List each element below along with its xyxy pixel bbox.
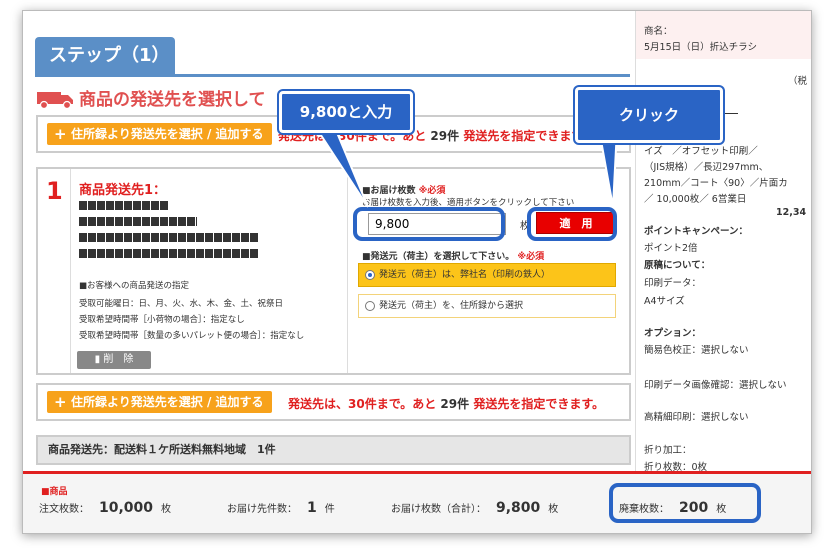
summary-line: イズ ／オフセット印刷／: [644, 146, 758, 157]
summary-line: 12,34: [776, 207, 807, 218]
summary-line: ／ 10,000枚／ 6営業日: [644, 194, 747, 205]
summary-line: 印刷データ画像確認：選択しない: [644, 380, 787, 391]
info-prefix: 発送先は、30件まで。あと: [288, 397, 437, 411]
destination-number: 1: [46, 177, 63, 205]
totals-label: ■商品: [41, 487, 68, 497]
order-quantity-value: 10,000: [99, 500, 154, 516]
summary-line: 高精細印刷：選択しない: [644, 412, 749, 423]
apply-button-highlight: [527, 207, 617, 241]
redacted-address-2: [79, 233, 259, 242]
required-mark: ※必須: [418, 186, 446, 196]
shipper-option-label: 発送元（荷主）を、住所録から選択: [379, 301, 524, 311]
summary-line: 折り枚数：0枚: [644, 462, 708, 471]
delivery-note-line: 受取可能曜日：日、月、火、水、木、金、土、祝祭日: [79, 299, 284, 309]
waste-quantity-highlight: [609, 483, 761, 523]
delivery-total: お届け枚数（合計）： 9,800 枚: [391, 500, 558, 516]
required-mark: ※必須: [517, 252, 545, 262]
destination-quantity-panel: ■お届け枚数 ※必須 お届け枚数を入力後、適用ボタンをクリックして下さい 枚 適…: [350, 169, 630, 373]
plus-icon: +: [54, 125, 67, 143]
window: ステップ（1） 商品の発送先を選択して + 住所録より発送先を選択 / 追加する…: [22, 10, 812, 534]
quantity-label: ■お届け枚数 ※必須: [362, 183, 445, 196]
delivery-note-line: 受取希望時間帯［数量の多いパレット便の場合］：指定なし: [79, 331, 305, 341]
order-quantity-label: 注文枚数：: [39, 504, 89, 515]
delivery-note-line: 受取希望時間帯［小荷物の場合］：指定なし: [79, 315, 245, 325]
delivery-total-label: お届け枚数（合計）：: [391, 504, 486, 515]
summary-line: 折り加工：: [644, 445, 692, 456]
shipper-option-address-book[interactable]: 発送元（荷主）を、住所録から選択: [358, 294, 616, 318]
delete-label: 削 除: [103, 354, 134, 365]
delivery-note-heading: ■お客様への商品発送の指定: [79, 281, 190, 291]
summary-line: 簡易色校正：選択しない: [644, 345, 749, 356]
order-summary-panel: 商名： 5月15日（日）折込チラシ （税 イズ ／オフセット印刷／ （JIS規格…: [635, 11, 811, 471]
summary-line: （税: [788, 76, 808, 87]
delivery-total-value: 9,800: [496, 500, 541, 516]
info-count: 29件: [430, 129, 460, 143]
plus-icon: +: [54, 393, 67, 411]
delivery-count-label: お届け先件数：: [227, 504, 297, 515]
trash-icon: ▮: [94, 354, 101, 365]
summary-line: 210mm／コート〈90〉／片面カ: [644, 178, 788, 189]
summary-line: ポイント2倍: [644, 243, 698, 254]
summary-line: 5月15日（日）折込チラシ: [644, 42, 757, 53]
summary-line: 印刷データ：: [644, 278, 702, 289]
radio-selected-icon[interactable]: [365, 270, 375, 280]
shipper-label-text: ■発送元（荷主）を選択して下さい。: [362, 252, 515, 262]
callout-click: クリック: [575, 87, 723, 143]
add-destination-label: 住所録より発送先を選択 / 追加する: [71, 127, 264, 141]
delete-button[interactable]: ▮ 削 除: [77, 351, 151, 369]
step-divider: [35, 74, 630, 77]
unit-label: 件: [324, 504, 335, 515]
summary-line: 原稿について：: [644, 260, 711, 271]
order-quantity: 注文枚数： 10,000 枚: [39, 500, 171, 516]
shipper-label: ■発送元（荷主）を選択して下さい。 ※必須: [362, 249, 544, 262]
add-destination-row-bottom: + 住所録より発送先を選択 / 追加する 発送先は、30件まで。あと 29件 発…: [36, 383, 631, 421]
unit-label: 枚: [548, 504, 559, 515]
destination-address-panel: 商品発送先1： ■お客様への商品発送の指定 受取可能曜日：日、月、火、水、木、金…: [70, 169, 348, 373]
summary-line: オプション：: [644, 328, 702, 339]
quantity-input-highlight: [353, 207, 505, 241]
destination-title: 商品発送先1：: [79, 183, 167, 198]
destination-limit-info: 発送先は、30件まで。あと 29件 発送先を指定できます。: [288, 395, 604, 412]
callout-input: 9,800と入力: [279, 91, 413, 133]
delivery-count-value: 1: [307, 500, 317, 516]
section-title: 商品の発送先を選択して: [79, 90, 266, 110]
radio-icon[interactable]: [365, 301, 375, 311]
unit-label: 枚: [161, 504, 172, 515]
redacted-address-1: [79, 217, 197, 226]
truck-icon: [37, 92, 73, 109]
delivery-count: お届け先件数： 1 件: [227, 500, 335, 516]
shipper-option-company[interactable]: 発送元（荷主）は、弊社名（印刷の鉄人）: [358, 263, 616, 287]
shipping-summary: 商品発送先：配送料１ケ所送料無料地域 1件: [36, 435, 631, 465]
add-destination-label: 住所録より発送先を選択 / 追加する: [71, 395, 264, 409]
quantity-label-text: ■お届け枚数: [362, 186, 416, 196]
summary-line: A4サイズ: [644, 296, 685, 307]
add-destination-button-top[interactable]: + 住所録より発送先を選択 / 追加する: [47, 123, 272, 145]
add-destination-button-bottom[interactable]: + 住所録より発送先を選択 / 追加する: [47, 391, 272, 413]
info-count: 29件: [440, 397, 470, 411]
info-suffix: 発送先を指定できます。: [473, 397, 605, 411]
shipper-option-label: 発送元（荷主）は、弊社名（印刷の鉄人）: [379, 270, 551, 280]
destination-card: 1 商品発送先1： ■お客様への商品発送の指定 受取可能曜日：日、月、火、水、木…: [36, 167, 631, 375]
redacted-postal: [79, 201, 169, 210]
step-tab: ステップ（1）: [35, 37, 175, 75]
summary-line: 商名：: [644, 26, 673, 37]
summary-line: （JIS規格）／長辺297mm、: [644, 162, 769, 173]
redacted-name: [79, 249, 259, 258]
summary-line: ポイントキャンペーン：: [644, 226, 749, 237]
